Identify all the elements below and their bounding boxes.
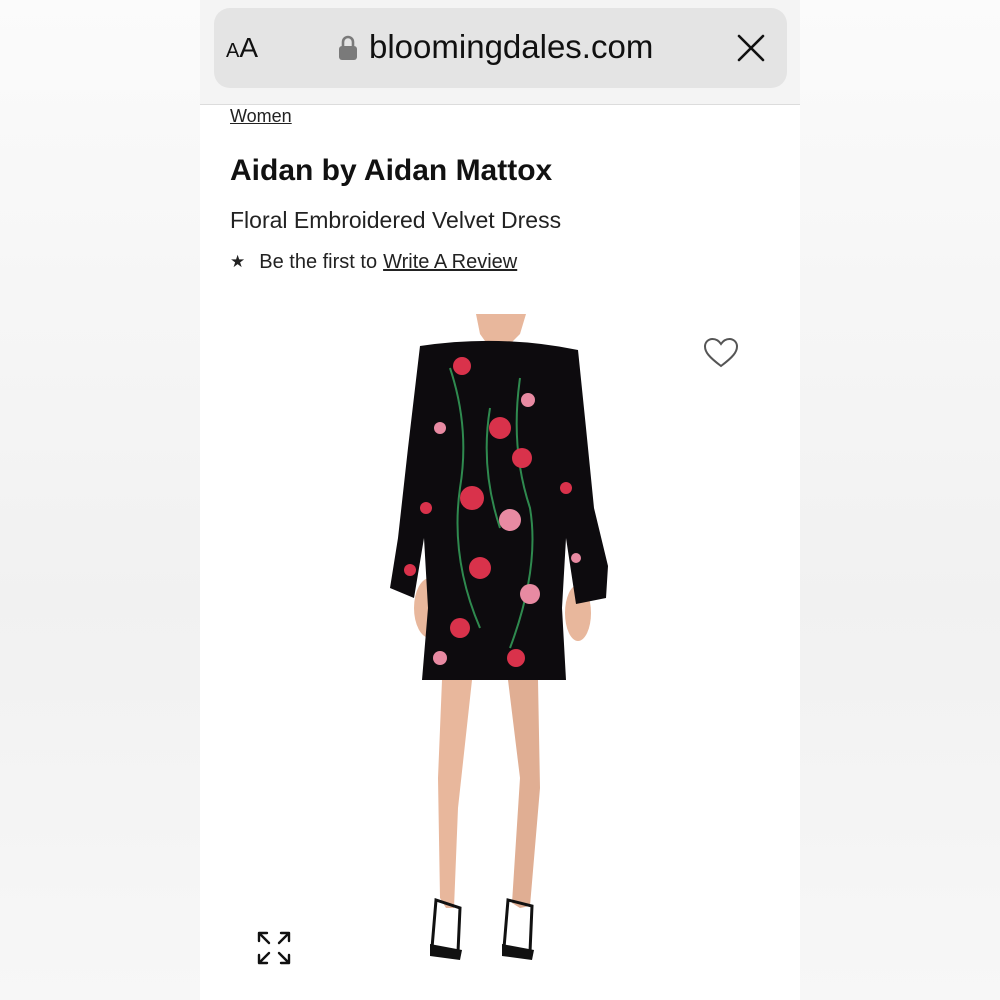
background-left [0, 0, 200, 1000]
background-right [800, 0, 1000, 1000]
star-icon: ★ [230, 251, 246, 271]
lock-icon [339, 35, 357, 60]
heart-icon[interactable] [703, 337, 739, 369]
product-image[interactable] [380, 308, 620, 988]
model-leg-right [508, 680, 540, 908]
text-size-button[interactable]: AA [226, 32, 258, 64]
review-row: ★ Be the first to Write A Review [230, 251, 517, 274]
expand-icon[interactable] [256, 930, 292, 966]
phone-screen: AA bloomingdales.com Women Aidan by Aida… [200, 0, 800, 1000]
url-text[interactable]: bloomingdales.com [369, 28, 653, 66]
browser-toolbar: AA bloomingdales.com [200, 0, 800, 105]
model-leg-left [438, 680, 472, 908]
close-icon[interactable] [736, 33, 766, 63]
text-size-large-glyph: A [239, 32, 259, 63]
brand-name[interactable]: Aidan by Aidan Mattox [230, 154, 552, 188]
write-review-link[interactable]: Write A Review [383, 251, 517, 274]
address-bar[interactable]: AA bloomingdales.com [214, 8, 787, 88]
review-prefix: Be the first to [259, 251, 378, 273]
shoe-right [502, 898, 534, 954]
text-size-small-glyph: A [226, 40, 240, 62]
product-title: Floral Embroidered Velvet Dress [230, 207, 562, 233]
breadcrumb-women[interactable]: Women [230, 106, 292, 127]
